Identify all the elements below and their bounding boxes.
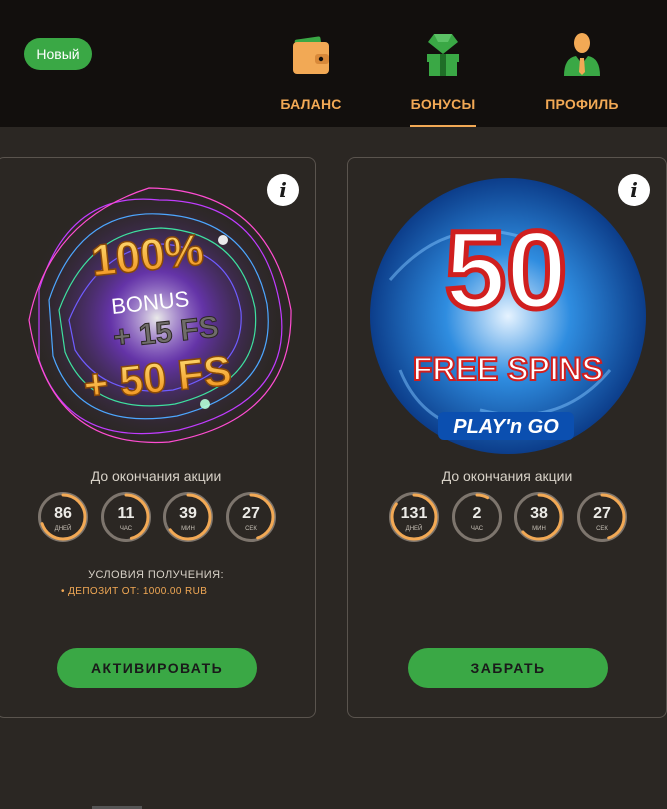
timer-unit: ДНЕЙ xyxy=(54,526,72,532)
nav-balance-label: БАЛАНС xyxy=(280,96,342,112)
timer-value: 27 xyxy=(593,505,611,522)
condition-deposit: • ДЕПОЗИТ ОТ: 1000.00 RUB xyxy=(61,586,208,597)
timer-value: 39 xyxy=(179,505,197,522)
provider-logo: PLAY'n GO xyxy=(453,416,559,438)
timer-cell-дней: 131 ДНЕЙ xyxy=(389,492,439,542)
timer-value: 86 xyxy=(54,505,72,522)
timer-value: 11 xyxy=(117,505,135,522)
timer-cell-час: 11 ЧАС xyxy=(101,492,151,542)
timer-unit: СЕК xyxy=(245,526,257,532)
top-navigation-bar: Новый БАЛАНС БОНУСЫ ПРОФИЛЬ xyxy=(0,0,667,127)
claim-button[interactable]: ЗАБРАТЬ xyxy=(408,648,608,688)
gift-diamond-icon xyxy=(427,34,459,76)
timer-value: 131 xyxy=(400,505,428,522)
timer-value: 38 xyxy=(530,505,548,522)
timer-value: 2 xyxy=(472,505,482,522)
nav-profile[interactable]: ПРОФИЛЬ xyxy=(541,30,623,127)
countdown-timer: 86 ДНЕЙ 11 ЧАС 39 МИН 27 СЕК xyxy=(0,492,315,544)
user-icon xyxy=(564,33,600,76)
timer-unit: МИН xyxy=(181,526,195,532)
timer-unit: ДНЕЙ xyxy=(405,526,423,532)
timer-unit: ЧАС xyxy=(470,526,484,532)
timer-cell-час: 2 ЧАС xyxy=(452,492,502,542)
timer-cell-мин: 39 МИН xyxy=(163,492,213,542)
promo-countdown-label: До окончания акции xyxy=(441,468,573,484)
timer-value: 27 xyxy=(242,505,260,522)
art-number: 50 xyxy=(445,209,567,332)
art-title: FREE SPINS xyxy=(413,351,603,387)
timer-cell-сек: 27 СЕК xyxy=(226,492,276,542)
timer-cell-сек: 27 СЕК xyxy=(577,492,627,542)
wallet-icon xyxy=(293,36,329,74)
timer-unit: ЧАС xyxy=(119,526,133,532)
activate-button[interactable]: АКТИВИРОВАТЬ xyxy=(57,648,257,688)
new-badge[interactable]: Новый xyxy=(24,38,92,70)
timer-unit: СЕК xyxy=(596,526,608,532)
promo-image-50-free-spins: 50 FREE SPINS PLAY'n GO xyxy=(370,178,646,454)
nav-bonuses-label: БОНУСЫ xyxy=(410,96,476,112)
nav-bonuses[interactable]: БОНУСЫ xyxy=(410,30,476,127)
nav-balance[interactable]: БАЛАНС xyxy=(278,30,344,127)
info-button[interactable]: i xyxy=(618,174,650,206)
promo-countdown-label: До окончания акции xyxy=(90,468,222,484)
bonus-card: 50 FREE SPINS PLAY'n GO i До окончания а… xyxy=(347,157,667,718)
bonus-card: 100% BONUS + 15 FS + 50 FS i До окончани… xyxy=(0,157,316,718)
timer-cell-дней: 86 ДНЕЙ xyxy=(38,492,88,542)
info-button[interactable]: i xyxy=(267,174,299,206)
active-tab-underline xyxy=(410,125,476,127)
conditions-title: УСЛОВИЯ ПОЛУЧЕНИЯ: xyxy=(88,569,224,581)
countdown-timer: 131 ДНЕЙ 2 ЧАС 38 МИН 27 СЕК xyxy=(348,492,666,544)
promo-image-bonus-100: 100% BONUS + 15 FS + 50 FS xyxy=(23,184,292,452)
nav-profile-label: ПРОФИЛЬ xyxy=(545,96,619,112)
timer-cell-мин: 38 МИН xyxy=(514,492,564,542)
timer-unit: МИН xyxy=(532,526,546,532)
